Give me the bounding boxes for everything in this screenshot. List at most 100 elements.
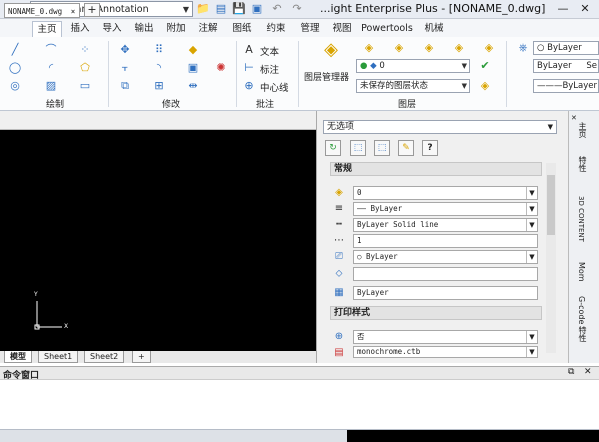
centerline-button[interactable]: 中心线 [260, 80, 289, 94]
explode-icon[interactable]: ✺ [214, 61, 228, 75]
region-icon[interactable]: ▭ [78, 79, 92, 93]
new-tab-button[interactable]: + [84, 3, 100, 17]
mirror-icon[interactable]: ⇹ [186, 79, 200, 93]
text-icon[interactable]: A [242, 43, 256, 57]
quick-select-icon[interactable]: ⬚ [374, 140, 390, 156]
polyline-icon[interactable]: ⌒ [44, 43, 58, 57]
tab-constraints[interactable]: 约束 [262, 21, 290, 37]
save-icon[interactable]: 💾 [232, 2, 246, 16]
polygon-icon[interactable]: ⬠ [78, 61, 92, 75]
open-icon[interactable]: ▤ [214, 2, 228, 16]
centerline-icon[interactable]: ⊕ [242, 79, 256, 93]
tab-output[interactable]: 输出 [130, 21, 158, 37]
tab-powertools[interactable]: Powertools [360, 21, 414, 37]
tab-home[interactable]: 主页 [32, 21, 62, 37]
layer-icon[interactable]: ◈ [362, 41, 376, 55]
open-folder-icon[interactable]: 📁 [196, 2, 210, 16]
section-general[interactable]: 常规 [330, 162, 542, 176]
layer-freeze-icon[interactable]: ◈ [452, 41, 466, 55]
add-layout-button[interactable]: + [132, 351, 151, 363]
linetype-field[interactable]: ByLayer Solid line ▼ [353, 218, 538, 232]
drawing-canvas[interactable]: Y X [0, 130, 316, 351]
dimension-button[interactable]: 标注 [260, 62, 279, 76]
text-button[interactable]: 文本 [260, 44, 279, 58]
match-properties-icon[interactable]: ⎈ [516, 41, 530, 55]
layer-state-combo[interactable]: 未保存的图层状态 ▼ [356, 79, 470, 93]
side-tab-properties-2[interactable]: 特性 [577, 326, 588, 342]
restore-icon[interactable]: ⧉ [568, 367, 574, 377]
side-tab-gcode[interactable]: G-code [577, 296, 586, 324]
close-icon[interactable]: ✕ [584, 367, 592, 377]
layer-combo[interactable]: ● ◆ 0 ▼ [356, 59, 470, 73]
scale-icon[interactable]: ⊞ [152, 79, 166, 93]
tab-model[interactable]: 模型 [4, 351, 32, 363]
undo-icon[interactable]: ↶ [270, 2, 284, 16]
dimension-icon[interactable]: ⊢ [242, 61, 256, 75]
move-icon[interactable]: ✥ [118, 43, 132, 57]
side-tab-mom[interactable]: Mom [577, 262, 586, 282]
layer-lock-icon[interactable]: ◈ [482, 41, 496, 55]
copy-icon[interactable]: ⧉ [118, 79, 132, 93]
hyperlink-field[interactable] [353, 267, 538, 281]
tab-addons[interactable]: 附加 [162, 21, 190, 37]
ltscale-field[interactable]: 1 [353, 234, 538, 248]
arc-icon[interactable]: ◜ [44, 61, 58, 75]
transparency-field-value: ByLayer [357, 288, 389, 297]
fillet-icon[interactable]: ◝ [152, 61, 166, 75]
side-tab-home[interactable]: 主页 [577, 122, 588, 138]
layer-state-icon[interactable]: ◈ [478, 79, 492, 93]
selection-combo[interactable]: 无选项 ▼ [323, 120, 557, 134]
redo-icon[interactable]: ↷ [290, 2, 304, 16]
document-tab[interactable]: NONAME_0.dwg × [4, 3, 80, 18]
tab-mechanical[interactable]: 机械 [420, 21, 448, 37]
close-button[interactable]: ✕ [575, 2, 595, 16]
make-current-icon[interactable]: ✔ [478, 59, 492, 73]
side-tab-properties[interactable]: 特性 [577, 156, 588, 172]
chevron-down-icon: ▼ [526, 219, 537, 231]
tab-insert[interactable]: 插入 [66, 21, 94, 37]
lineweight-combo[interactable]: ——— ByLayer [533, 79, 599, 93]
section-print-style[interactable]: 打印样式 [330, 306, 542, 320]
hatch-icon[interactable]: ▨ [44, 79, 58, 93]
transparency-field[interactable]: ByLayer [353, 286, 538, 300]
linetype-combo[interactable]: ByLayer Se [533, 59, 599, 73]
print-style-field-value: 否 [357, 332, 365, 341]
panel-close-icon[interactable]: ✕ [571, 114, 577, 122]
print-style-field[interactable]: 否 ▼ [353, 330, 538, 344]
tab-annotate[interactable]: 注解 [194, 21, 222, 37]
minimize-button[interactable]: — [555, 2, 571, 16]
select-objects-icon[interactable]: ⬚ [350, 140, 366, 156]
properties-scroll-thumb[interactable] [547, 175, 555, 235]
points-icon[interactable]: ⁘ [78, 43, 92, 57]
side-tab-3d-content[interactable]: 3D CONTENT [577, 196, 585, 242]
tab-sheet1[interactable]: Sheet1 [38, 351, 79, 363]
color-combo[interactable]: ○ ByLayer [533, 41, 599, 55]
command-window[interactable] [0, 380, 599, 429]
ellipse-icon[interactable]: ◎ [8, 79, 22, 93]
tab-sheet2[interactable]: Sheet2 [84, 351, 125, 363]
lineweight-field[interactable]: ○ ByLayer ▼ [353, 250, 538, 264]
close-icon[interactable]: × [71, 7, 76, 16]
layer-manager-button[interactable]: 图层管理器 [304, 70, 349, 83]
tab-sheets[interactable]: 图纸 [228, 21, 256, 37]
stretch-icon[interactable]: ▣ [186, 61, 200, 75]
help-icon[interactable]: ? [422, 140, 438, 156]
trim-icon[interactable]: ⫟ [118, 61, 132, 75]
tab-manage[interactable]: 管理 [296, 21, 324, 37]
layer-field[interactable]: 0 ▼ [353, 186, 538, 200]
layer-iso-icon[interactable]: ◈ [422, 41, 436, 55]
line-icon[interactable]: ╱ [8, 43, 22, 57]
layer-manager-icon[interactable]: ◈ [320, 41, 342, 65]
chevron-down-icon: ▼ [526, 187, 537, 199]
toggle-pickadd-icon[interactable]: ↻ [325, 140, 341, 156]
plot-table-field[interactable]: monochrome.ctb ▼ [353, 346, 538, 358]
layer-prev-icon[interactable]: ◈ [392, 41, 406, 55]
tab-view[interactable]: 视图 [328, 21, 356, 37]
array-icon[interactable]: ⠿ [152, 43, 166, 57]
tab-import[interactable]: 导入 [98, 21, 126, 37]
properties-list-icon[interactable]: ✎ [398, 140, 414, 156]
circle-icon[interactable]: ◯ [8, 61, 22, 75]
save-as-icon[interactable]: ▣ [250, 2, 264, 16]
erase-icon[interactable]: ◆ [186, 43, 200, 57]
color-field[interactable]: —— ByLayer ▼ [353, 202, 538, 216]
